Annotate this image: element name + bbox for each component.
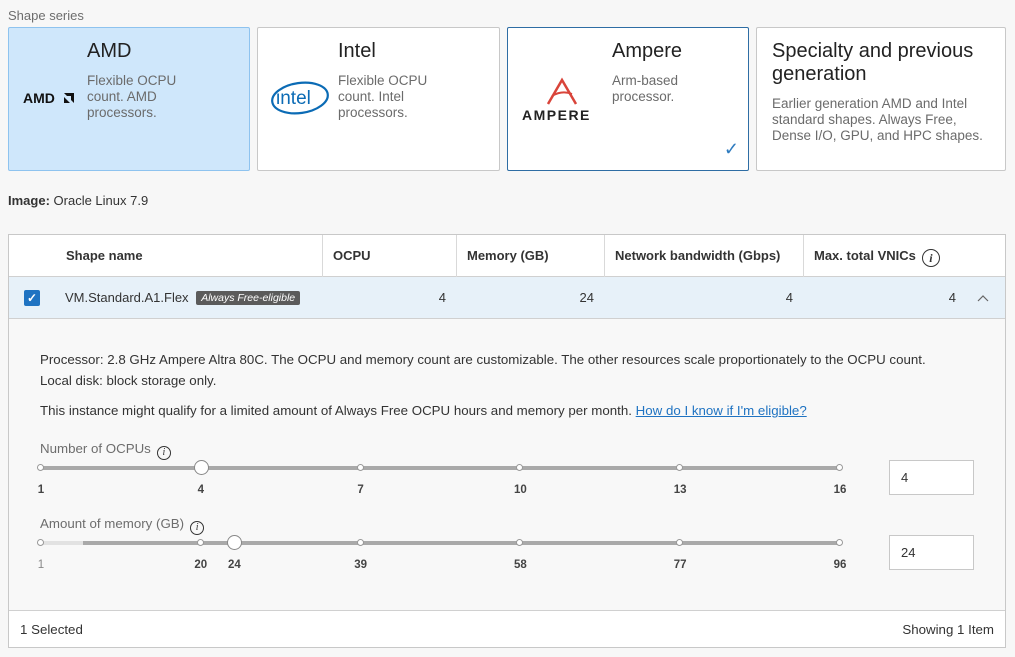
column-header-bandwidth[interactable]: Network bandwidth (Gbps) — [604, 235, 803, 277]
slider-tick-label: 10 — [513, 484, 527, 496]
shape-name-cell: VM.Standard.A1.Flex Always Free-eligible — [65, 277, 301, 319]
svg-text:AMD: AMD — [23, 90, 55, 106]
slider-thumb[interactable] — [193, 460, 209, 475]
memory-cell: 24 — [579, 290, 594, 305]
slider-tick — [356, 464, 364, 471]
row-detail-panel: Processor: 2.8 GHz Ampere Altra 80C. The… — [9, 319, 1005, 611]
shape-name: VM.Standard.A1.Flex — [65, 290, 189, 305]
column-header-vnics[interactable]: Max. total VNICs i — [803, 235, 1005, 277]
intel-logo: intel — [271, 81, 329, 115]
selected-count: 1 Selected — [20, 622, 83, 637]
bandwidth-cell: 4 — [785, 290, 793, 305]
shape-card-amd[interactable]: AMD AMD Flexible OCPU count. AMD process… — [8, 27, 250, 171]
slider-tick — [196, 539, 204, 546]
item-count: Showing 1 Item — [902, 622, 994, 637]
slider-tick-label: 20 — [194, 559, 208, 571]
slider-tick — [356, 539, 364, 546]
slider-track — [41, 541, 840, 545]
slider-tick — [37, 539, 44, 546]
slider-tick — [37, 464, 44, 471]
row-checkbox[interactable]: ✓ — [24, 290, 40, 306]
slider-disabled-range — [41, 541, 84, 545]
card-description: Flexible OCPU count. AMD processors. — [87, 73, 177, 120]
eligibility-link[interactable]: How do I know if I'm eligible? — [636, 403, 807, 418]
shape-series-label: Shape series — [8, 8, 84, 23]
table-header: Shape name OCPU Memory (GB) Network band… — [9, 235, 1005, 277]
card-title: Ampere — [612, 40, 683, 62]
shape-card-ampere[interactable]: AMPERE Ampere Arm-based processor. ✓ — [507, 27, 749, 171]
slider-tick-label: 58 — [513, 559, 527, 571]
memory-input[interactable] — [889, 535, 974, 570]
slider-tick-label: 1 — [37, 559, 45, 571]
image-label: Image: — [8, 193, 50, 208]
processor-text: Processor: 2.8 GHz Ampere Altra 80C. The… — [40, 352, 926, 367]
slider-tick-label: 16 — [833, 484, 847, 496]
chevron-up-icon[interactable] — [977, 294, 989, 302]
column-header-ocpu[interactable]: OCPU — [322, 235, 456, 277]
ocpu-cell: 4 — [438, 290, 446, 305]
shape-card-specialty[interactable]: Specialty and previous generation Earlie… — [756, 27, 1006, 171]
slider-tick-label: 7 — [357, 484, 364, 496]
local-disk-text: Local disk: block storage only. — [40, 373, 217, 388]
vnics-cell: 4 — [948, 290, 956, 305]
slider-thumb[interactable] — [227, 535, 243, 550]
shape-card-intel[interactable]: intel Intel Flexible OCPU count. Intel p… — [257, 27, 500, 171]
always-free-text: This instance might qualify for a limite… — [40, 400, 807, 421]
image-value: Oracle Linux 7.9 — [53, 193, 149, 208]
card-title: Intel — [338, 40, 376, 62]
card-title: AMD — [87, 40, 132, 62]
card-title: Specialty and previous generation — [772, 40, 974, 85]
info-icon[interactable]: i — [190, 521, 205, 535]
memory-slider-label-text: Amount of memory (GB) — [40, 516, 185, 531]
column-header-memory[interactable]: Memory (GB) — [456, 235, 604, 277]
slider-tick-label: 13 — [673, 484, 687, 496]
slider-track — [41, 466, 840, 470]
slider-tick-label: 4 — [197, 484, 204, 496]
slider-tick — [836, 539, 843, 546]
table-footer: 1 Selected Showing 1 Item — [9, 611, 1005, 647]
ocpu-slider-label-text: Number of OCPUs — [40, 441, 151, 456]
card-description: Earlier generation AMD and Intel standar… — [772, 96, 983, 143]
svg-text:intel: intel — [276, 88, 311, 109]
card-description: Arm-based processor. — [612, 73, 679, 104]
always-free-description: This instance might qualify for a limite… — [40, 403, 632, 418]
column-header-vnics-label: Max. total VNICs — [814, 248, 916, 263]
slider-tick-label: 96 — [833, 559, 847, 571]
slider-tick-label: 1 — [37, 484, 45, 496]
ocpu-slider-label: Number of OCPUs i — [40, 441, 171, 460]
ocpu-input[interactable] — [889, 460, 974, 495]
amd-logo: AMD — [23, 90, 74, 106]
column-header-shape-name[interactable]: Shape name — [56, 235, 322, 277]
card-description: Flexible OCPU count. Intel processors. — [338, 73, 428, 120]
ampere-logo: AMPERE — [522, 77, 591, 122]
table-row[interactable]: ✓ VM.Standard.A1.Flex Always Free-eligib… — [9, 277, 1005, 319]
info-icon[interactable]: i — [156, 446, 171, 460]
slider-tick-label: 24 — [228, 559, 241, 571]
memory-slider-label: Amount of memory (GB) i — [40, 516, 205, 535]
always-free-badge: Always Free-eligible — [196, 291, 301, 305]
slider-tick-label: 77 — [673, 559, 687, 571]
checkmark-icon: ✓ — [723, 139, 739, 159]
svg-text:AMPERE: AMPERE — [522, 107, 591, 122]
info-icon[interactable]: i — [921, 249, 940, 267]
slider-tick — [836, 464, 843, 471]
shape-table: Shape name OCPU Memory (GB) Network band… — [8, 234, 1006, 648]
image-info: Image: Oracle Linux 7.9 — [8, 193, 148, 208]
slider-tick-label: 39 — [354, 559, 367, 571]
